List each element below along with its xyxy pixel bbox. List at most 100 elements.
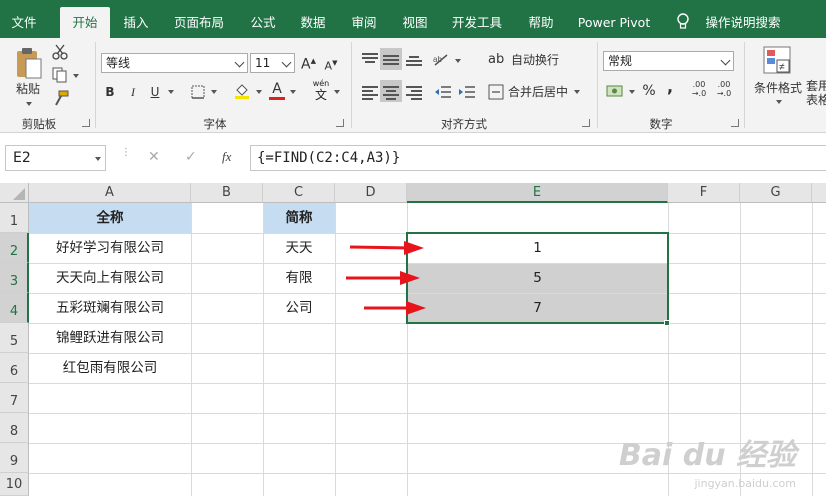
accounting-format-icon[interactable]	[606, 84, 624, 98]
orientation-dropdown-icon[interactable]	[455, 59, 461, 63]
formula-input[interactable]: {=FIND(C2:C4,A3)}	[250, 145, 826, 171]
enter-icon[interactable]: ✓	[185, 149, 197, 165]
cell-c3[interactable]: 有限	[263, 263, 335, 293]
column-header-e[interactable]: E	[407, 183, 668, 203]
phonetic-dropdown-icon[interactable]	[334, 90, 340, 94]
cell-c2[interactable]: 天天	[263, 233, 335, 263]
column-header-c[interactable]: C	[263, 183, 335, 203]
align-middle-icon[interactable]	[383, 52, 399, 66]
tab-data[interactable]: 数据	[294, 7, 332, 38]
fill-handle[interactable]	[664, 320, 670, 326]
decrease-decimal-button[interactable]: .00 →.0	[715, 80, 733, 98]
wrap-text-icon[interactable]: ab	[488, 51, 504, 69]
align-center-icon[interactable]	[383, 85, 399, 100]
column-header-d[interactable]: D	[335, 183, 407, 203]
align-bottom-icon[interactable]	[406, 52, 422, 66]
column-header-g[interactable]: G	[740, 183, 812, 203]
format-as-table-button[interactable]: 套用 表格格	[806, 79, 826, 107]
name-box-dropdown-icon[interactable]	[95, 157, 101, 161]
row-header-2[interactable]: 2	[0, 233, 29, 263]
italic-button[interactable]: I	[127, 83, 139, 101]
row-header-7[interactable]: 7	[0, 383, 29, 413]
cell-c4[interactable]: 公司	[263, 293, 335, 323]
conditional-format-button[interactable]: 条件格式	[750, 79, 806, 97]
row-header-5[interactable]: 5	[0, 323, 29, 353]
cell-a4[interactable]: 五彩斑斓有限公司	[29, 293, 191, 323]
borders-dropdown-icon[interactable]	[211, 90, 217, 94]
row-header-3[interactable]: 3	[0, 263, 29, 293]
column-header-h[interactable]	[812, 183, 826, 203]
paste-dropdown-icon[interactable]	[26, 102, 32, 106]
number-launcher-icon[interactable]	[731, 119, 739, 127]
bold-button[interactable]: B	[104, 83, 116, 101]
tab-power-pivot[interactable]: Power Pivot	[574, 7, 654, 38]
underline-button[interactable]: U	[149, 83, 161, 101]
phonetic-guide-button[interactable]: wén 文	[310, 79, 332, 102]
tab-file[interactable]: 文件	[4, 7, 44, 38]
select-all-corner[interactable]	[0, 183, 29, 203]
cell-a2[interactable]: 好好学习有限公司	[29, 233, 191, 263]
column-header-f[interactable]: F	[668, 183, 740, 203]
tab-developer[interactable]: 开发工具	[446, 7, 508, 38]
cell-a5[interactable]: 锦鲤跃进有限公司	[29, 323, 191, 353]
paste-button[interactable]: 粘贴	[10, 80, 46, 98]
tab-home[interactable]: 开始	[60, 7, 110, 38]
decrease-indent-icon[interactable]	[434, 84, 452, 100]
tab-page-layout[interactable]: 页面布局	[168, 7, 230, 38]
column-header-a[interactable]: A	[29, 183, 191, 203]
row-header-9[interactable]: 9	[0, 443, 29, 473]
format-painter-icon[interactable]	[53, 90, 69, 106]
cell-a6[interactable]: 红包雨有限公司	[29, 353, 191, 383]
name-box[interactable]: E2	[5, 145, 106, 171]
conditional-format-dropdown-icon[interactable]	[776, 100, 782, 104]
font-size-select[interactable]: 11	[250, 53, 295, 73]
row-header-4[interactable]: 4	[0, 293, 29, 323]
column-header-b[interactable]: B	[191, 183, 263, 203]
increase-decimal-button[interactable]: .00 →.0	[690, 80, 708, 98]
accounting-dropdown-icon[interactable]	[629, 90, 635, 94]
wrap-text-button[interactable]: 自动换行	[507, 51, 563, 69]
clipboard-launcher-icon[interactable]	[82, 119, 90, 127]
tell-me-search[interactable]: 操作说明搜索	[698, 7, 788, 38]
insert-function-icon[interactable]: fx	[222, 149, 231, 165]
merge-center-button[interactable]: 合并后居中	[507, 83, 569, 101]
alignment-launcher-icon[interactable]	[582, 119, 590, 127]
conditional-format-icon[interactable]: ≠	[762, 45, 792, 75]
cell-c1[interactable]: 简称	[263, 203, 335, 233]
font-color-button[interactable]: A	[270, 80, 284, 98]
font-launcher-icon[interactable]	[336, 119, 344, 127]
fill-color-icon[interactable]	[234, 82, 250, 100]
orientation-icon[interactable]: ab	[432, 52, 452, 68]
shrink-font-button[interactable]: A▼	[324, 54, 338, 76]
merge-center-icon[interactable]	[488, 84, 504, 100]
tab-help[interactable]: 帮助	[521, 7, 561, 38]
tab-review[interactable]: 审阅	[345, 7, 383, 38]
increase-indent-icon[interactable]	[458, 84, 476, 100]
number-format-select[interactable]: 常规	[603, 51, 734, 71]
cell-a3[interactable]: 天天向上有限公司	[29, 263, 191, 293]
paste-icon[interactable]	[14, 46, 44, 80]
align-left-icon[interactable]	[362, 85, 378, 100]
tab-formulas[interactable]: 公式	[244, 7, 282, 38]
row-header-10[interactable]: 10	[0, 473, 29, 496]
borders-icon[interactable]	[191, 85, 205, 99]
copy-dropdown-icon[interactable]	[73, 74, 79, 78]
underline-dropdown-icon[interactable]	[168, 90, 174, 94]
percent-button[interactable]: %	[642, 82, 656, 100]
row-header-1[interactable]: 1	[0, 203, 29, 233]
font-color-dropdown-icon[interactable]	[290, 90, 296, 94]
row-header-8[interactable]: 8	[0, 413, 29, 443]
copy-icon[interactable]	[52, 67, 70, 83]
tab-insert[interactable]: 插入	[116, 7, 156, 38]
cancel-icon[interactable]: ✕	[148, 149, 160, 165]
cut-icon[interactable]	[52, 44, 68, 60]
tab-view[interactable]: 视图	[396, 7, 434, 38]
font-name-select[interactable]: 等线	[101, 53, 248, 73]
merge-dropdown-icon[interactable]	[574, 90, 580, 94]
align-right-icon[interactable]	[406, 85, 422, 100]
row-header-6[interactable]: 6	[0, 353, 29, 383]
comma-button[interactable]: ,	[665, 78, 675, 96]
grow-font-button[interactable]: A▲	[301, 52, 316, 74]
fill-color-dropdown-icon[interactable]	[256, 90, 262, 94]
align-top-icon[interactable]	[362, 52, 378, 66]
